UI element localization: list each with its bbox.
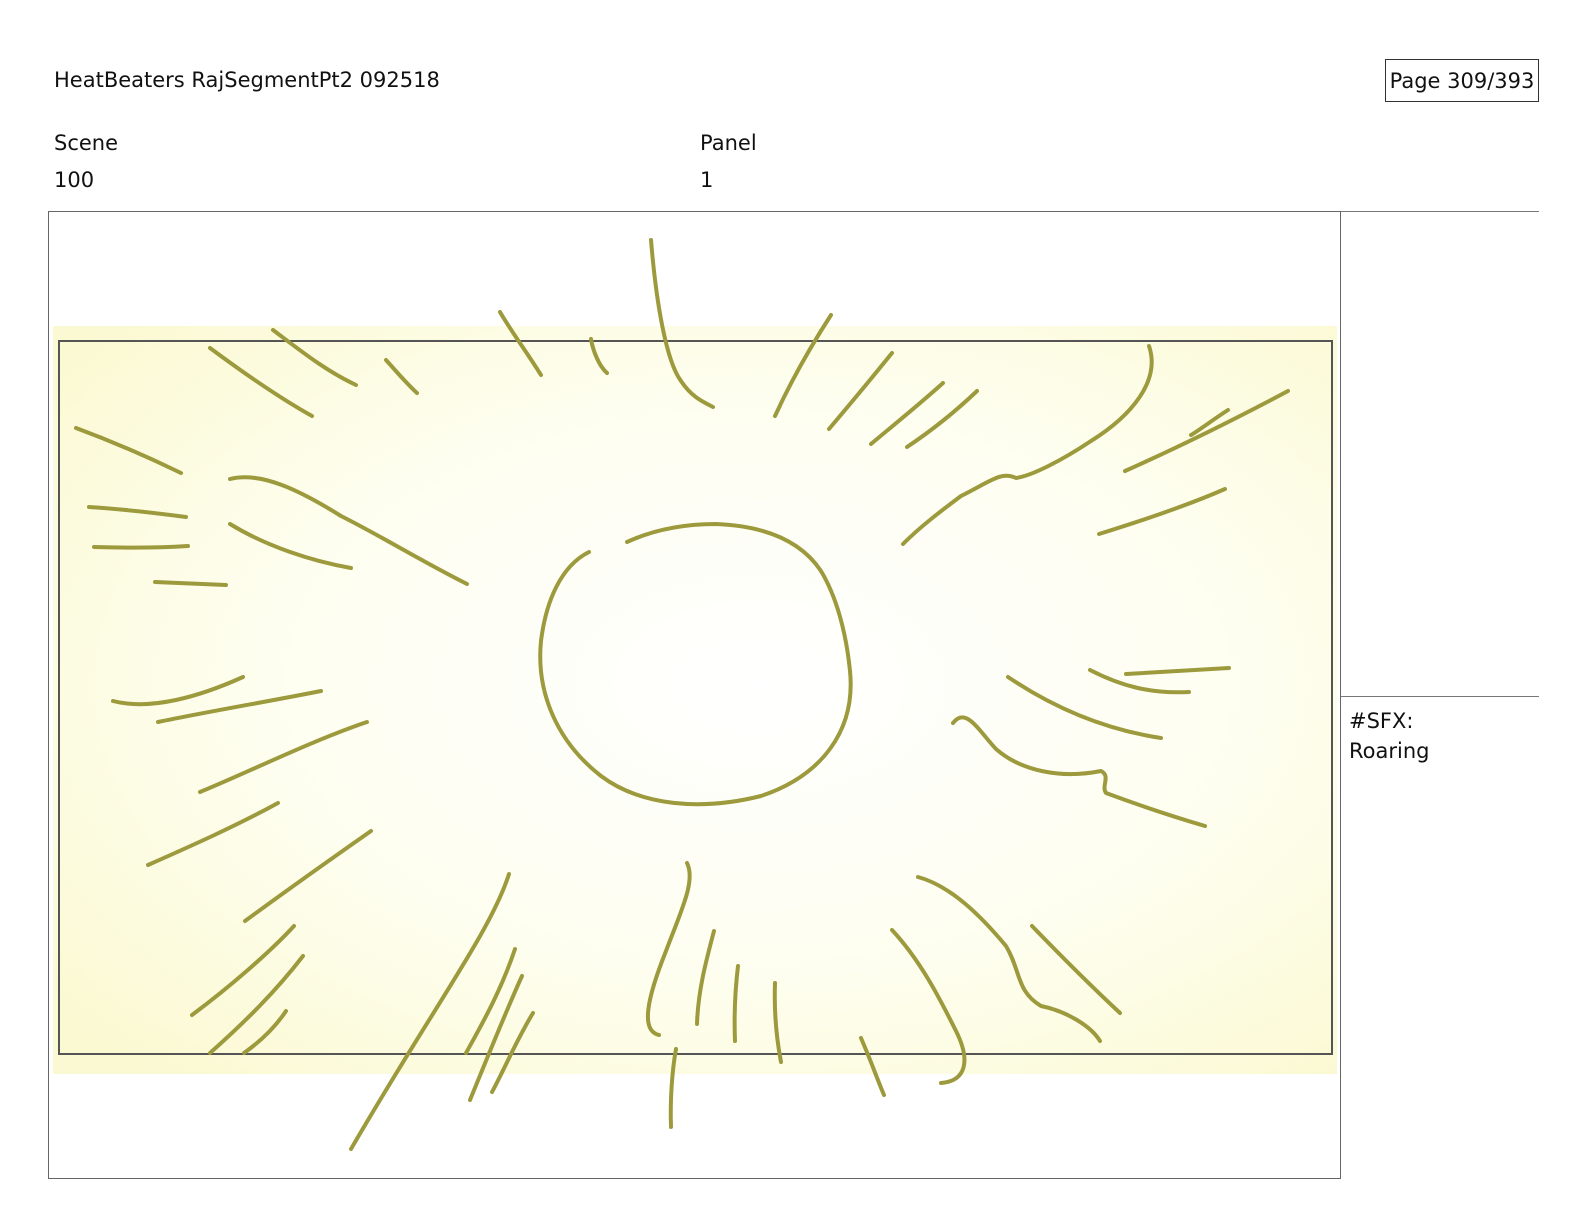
sunlight-glow bbox=[53, 326, 1337, 1074]
notes-sfx-value: Roaring bbox=[1349, 739, 1430, 763]
scene-label: Scene bbox=[54, 131, 119, 155]
notes-sfx-label: #SFX: bbox=[1349, 709, 1414, 733]
storyboard-panel bbox=[48, 211, 1341, 1179]
notes-divider bbox=[1341, 696, 1539, 697]
scene-value: 100 bbox=[54, 168, 95, 192]
panel-value: 1 bbox=[700, 168, 714, 192]
panel-label: Panel bbox=[700, 131, 757, 155]
sun-burst-sketch bbox=[53, 238, 1337, 1151]
panel-notes: #SFX: Roaring bbox=[1349, 706, 1539, 766]
page-number: Page 309/393 bbox=[1385, 59, 1539, 102]
header-divider bbox=[1341, 211, 1539, 212]
document-title: HeatBeaters RajSegmentPt2 092518 bbox=[54, 68, 440, 92]
